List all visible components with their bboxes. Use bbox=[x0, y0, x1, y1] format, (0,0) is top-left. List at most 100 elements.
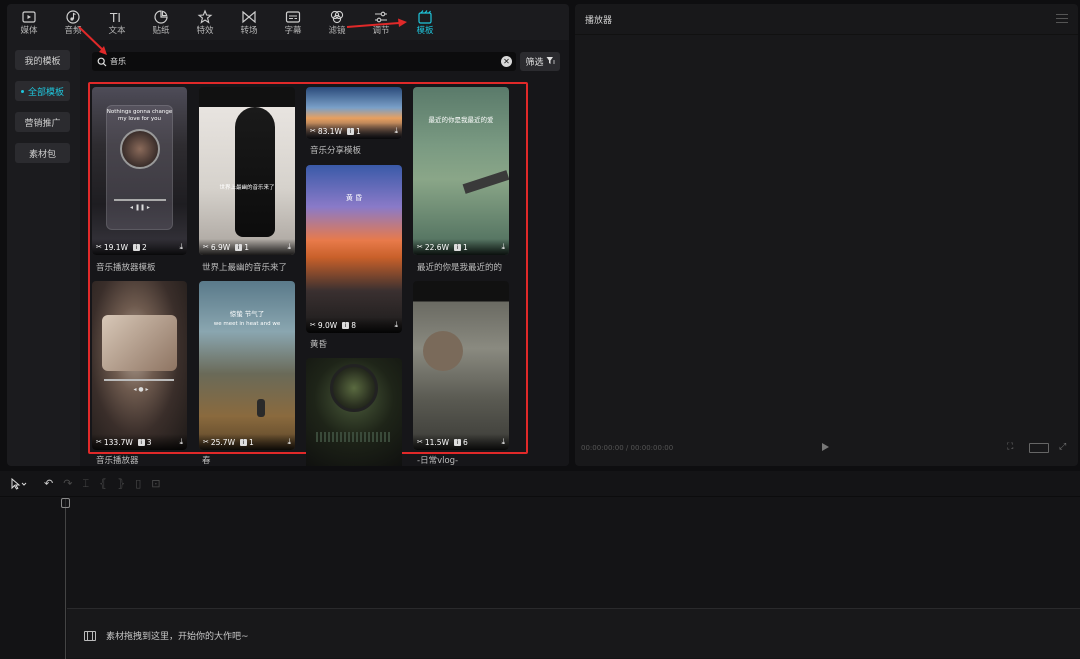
crop-icon[interactable]: ⊡ bbox=[151, 477, 160, 490]
template-card-nearest-love[interactable]: 最近的你是我最近的爱 ✂ 22.6W ⅰ 1 ⤓ bbox=[413, 87, 509, 255]
sidebar-item-all-templates[interactable]: 全部模板 bbox=[15, 81, 70, 101]
split-left-icon[interactable]: ⦃ bbox=[99, 477, 107, 490]
download-icon[interactable]: ⤓ bbox=[287, 242, 291, 252]
nav-adjust[interactable]: 调节 bbox=[359, 4, 403, 40]
download-icon[interactable]: ⤓ bbox=[394, 126, 398, 136]
menu-icon[interactable] bbox=[1056, 14, 1068, 23]
undo-icon[interactable]: ↶ bbox=[44, 477, 53, 490]
video-editor-app: 媒体 音频 TI 文本 贴纸 特效 转场 字幕 滤镜 调节 模板 我的模板 全部… bbox=[0, 0, 1080, 659]
sidebar-item-asset-pack[interactable]: 素材包 bbox=[15, 143, 70, 163]
nav-template[interactable]: 模板 bbox=[403, 4, 447, 40]
template-stats: ✂ 22.6W ⅰ 1 ⤓ bbox=[413, 239, 509, 255]
delete-icon[interactable]: ▯ bbox=[135, 477, 141, 490]
nav-text-label: 文本 bbox=[108, 25, 126, 36]
template-card-daily-vlog[interactable]: ✂ 11.5W ⅰ 6 ⤓ bbox=[413, 281, 509, 450]
filter-button[interactable]: 筛选 bbox=[520, 52, 560, 71]
template-title: 音乐播放器模板 bbox=[96, 263, 156, 273]
use-count: 6.9W bbox=[210, 242, 231, 252]
filter-label: 筛选 bbox=[525, 58, 544, 68]
download-icon[interactable]: ⤓ bbox=[179, 437, 183, 447]
scissors-icon: ✂ bbox=[310, 127, 316, 135]
expand-icon[interactable]: ⤢ bbox=[1059, 442, 1066, 452]
timeline-ruler bbox=[61, 498, 1080, 659]
template-stats: ✂ 9.0W ⅰ 8 ⤓ bbox=[306, 317, 402, 333]
player-controls-icon: ◂ ● ▸ bbox=[133, 386, 149, 393]
effects-icon bbox=[197, 9, 213, 25]
select-tool-icon[interactable] bbox=[10, 477, 28, 490]
nav-media[interactable]: 媒体 bbox=[7, 4, 51, 40]
clear-search-icon[interactable]: ✕ bbox=[501, 56, 512, 67]
use-count: 9.0W bbox=[317, 320, 338, 330]
template-card-music-player[interactable]: Nothings gonna change my love for you ◂ … bbox=[92, 87, 187, 255]
clip-icon: ⅰ bbox=[454, 243, 461, 251]
template-card-spring[interactable]: 惊蛰 节气了 we meet in heat and we ✂ 25.7W ⅰ 1 ⤓ bbox=[199, 281, 295, 450]
clip-icon: ⅰ bbox=[342, 321, 350, 329]
bridge-shape bbox=[462, 170, 509, 194]
track-header-column bbox=[0, 498, 66, 659]
download-icon[interactable]: ⤓ bbox=[287, 437, 291, 447]
sidebar-item-my-templates[interactable]: 我的模板 bbox=[15, 50, 70, 70]
player-timecode: 00:00:00:00 / 00:00:00:00 bbox=[581, 444, 674, 452]
sidebar-item-label: 营销推广 bbox=[24, 118, 61, 129]
divider bbox=[575, 34, 1078, 35]
nav-media-label: 媒体 bbox=[20, 25, 38, 36]
template-stats: ✂ 83.1W ⅰ 1 ⤓ bbox=[306, 123, 402, 139]
download-icon[interactable]: ⤓ bbox=[501, 242, 505, 252]
adjust-icon bbox=[373, 9, 389, 25]
album-disc bbox=[120, 129, 160, 169]
timeline-panel: ↶ ↷ ⌶ ⦃ ⦄ ▯ ⊡ 素材拖拽到这里，开始你的大作吧~ bbox=[0, 471, 1080, 659]
template-content: 音乐 ✕ 筛选 Nothings gonna change my love fo… bbox=[80, 40, 569, 466]
timeline-toolbar: ↶ ↷ ⌶ ⦃ ⦄ ▯ ⊡ bbox=[0, 471, 1080, 497]
redo-icon[interactable]: ↷ bbox=[63, 477, 72, 490]
nav-filter[interactable]: 滤镜 bbox=[315, 4, 359, 40]
split-right-icon[interactable]: ⦄ bbox=[117, 477, 125, 490]
template-title: 黄昏 bbox=[310, 340, 328, 350]
use-count: 11.5W bbox=[424, 437, 449, 447]
fullscreen-preview-icon[interactable]: ⛶ bbox=[1007, 442, 1013, 452]
split-icon[interactable]: ⌶ bbox=[82, 477, 89, 491]
clip-count: 6 bbox=[463, 437, 468, 447]
vinyl-record bbox=[330, 364, 378, 412]
drop-hint: 素材拖拽到这里，开始你的大作吧~ bbox=[84, 629, 249, 642]
template-card-dusk[interactable]: 黄 昏 ✂ 9.0W ⅰ 8 ⤓ bbox=[306, 165, 402, 333]
sidebar-item-label: 我的模板 bbox=[24, 56, 61, 67]
nav-text[interactable]: TI 文本 bbox=[95, 4, 139, 40]
download-icon[interactable]: ⤓ bbox=[394, 320, 398, 330]
clip-icon: ⅰ bbox=[347, 127, 354, 135]
aspect-ratio-icon[interactable] bbox=[1029, 443, 1049, 453]
waveform bbox=[316, 432, 392, 442]
transition-icon bbox=[241, 9, 257, 25]
sidebar-item-marketing[interactable]: 营销推广 bbox=[15, 112, 70, 132]
template-stats: ✂ 6.9W ⅰ 1 ⤓ bbox=[199, 239, 295, 255]
nav-sticker[interactable]: 贴纸 bbox=[139, 4, 183, 40]
clip-count: 1 bbox=[356, 126, 361, 136]
download-icon[interactable]: ⤓ bbox=[501, 437, 505, 447]
search-input[interactable]: 音乐 ✕ bbox=[92, 52, 516, 71]
overlay-line: my love for you bbox=[117, 116, 162, 122]
template-card-vinyl[interactable] bbox=[306, 358, 402, 466]
player-title: 播放器 bbox=[585, 16, 613, 26]
nav-subtitle-label: 字幕 bbox=[284, 25, 302, 36]
overlay-line: 世界上最幽的音乐来了 bbox=[219, 185, 275, 191]
person-silhouette bbox=[235, 107, 275, 237]
nav-audio[interactable]: 音频 bbox=[51, 4, 95, 40]
active-dot-icon bbox=[20, 89, 24, 93]
download-icon[interactable]: ⤓ bbox=[179, 242, 183, 252]
template-card-music-player-2[interactable]: ◂ ● ▸ ✂ 133.7W ⅰ 3 ⤓ bbox=[92, 281, 187, 450]
sticker-icon bbox=[153, 9, 169, 25]
asset-panel: 媒体 音频 TI 文本 贴纸 特效 转场 字幕 滤镜 调节 模板 我的模板 全部… bbox=[7, 4, 569, 466]
drop-hint-text: 素材拖拽到这里，开始你的大作吧~ bbox=[106, 632, 249, 642]
play-icon[interactable] bbox=[822, 443, 829, 451]
use-count: 19.1W bbox=[103, 242, 128, 252]
template-card-music-share[interactable]: ✂ 83.1W ⅰ 1 ⤓ bbox=[306, 87, 402, 139]
nav-transition[interactable]: 转场 bbox=[227, 4, 271, 40]
template-stats: ✂ 25.7W ⅰ 1 ⤓ bbox=[199, 434, 295, 450]
nav-subtitle[interactable]: 字幕 bbox=[271, 4, 315, 40]
subtitle-icon bbox=[285, 9, 301, 25]
playhead-line bbox=[65, 508, 66, 659]
nav-effects[interactable]: 特效 bbox=[183, 4, 227, 40]
clip-count: 1 bbox=[244, 242, 249, 252]
playhead-icon[interactable] bbox=[61, 498, 70, 508]
clip-icon: ⅰ bbox=[235, 243, 243, 251]
template-card-world-music[interactable]: 世界上最幽的音乐来了 ✂ 6.9W ⅰ 1 ⤓ bbox=[199, 87, 295, 255]
